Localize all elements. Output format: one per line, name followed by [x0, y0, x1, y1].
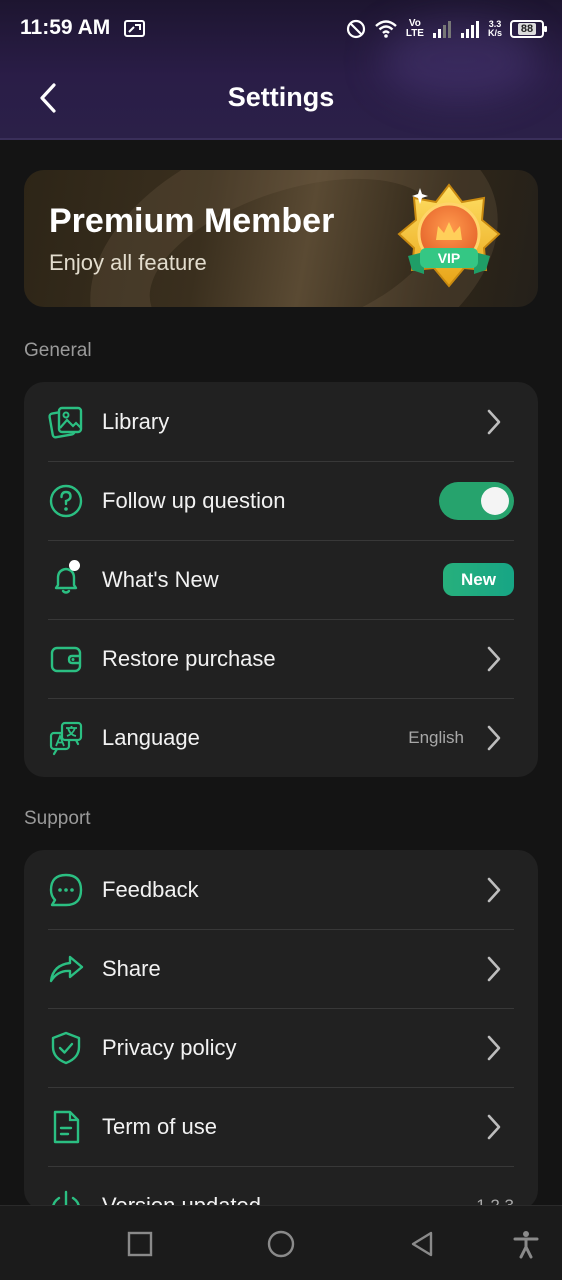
status-time: 11:59 AM [20, 16, 111, 39]
new-badge: New [443, 563, 514, 596]
chevron-right-icon [487, 409, 501, 434]
row-label-share: Share [102, 955, 161, 981]
shield-check-icon [48, 1030, 84, 1066]
toggle-knob [481, 486, 509, 515]
chevron-right-icon [487, 646, 501, 671]
app-header: 11:59 AM Vo LTE 3.3 K/s 88 Settings [0, 0, 562, 140]
row-label-whats-new: What's New [102, 566, 219, 592]
row-language[interactable]: Language English [24, 698, 538, 777]
row-label-restore-purchase: Restore purchase [102, 645, 276, 671]
recent-apps-button[interactable] [122, 1226, 158, 1262]
row-library[interactable]: Library [24, 382, 538, 461]
chevron-right-icon [487, 877, 501, 902]
library-icon [48, 404, 84, 440]
row-label-privacy-policy: Privacy policy [102, 1034, 237, 1060]
section-label-general: General [24, 340, 92, 361]
system-nav-bar [0, 1205, 562, 1280]
signal-icon-1 [432, 19, 452, 39]
chevron-right-icon [487, 956, 501, 981]
translate-icon [48, 720, 84, 756]
language-value: English [408, 727, 464, 747]
row-term-of-use[interactable]: Term of use [24, 1087, 538, 1166]
general-card: Library Follow up question What's New Ne… [24, 382, 538, 777]
row-version-updated[interactable]: Version updated 1.2.3 [24, 1166, 538, 1210]
square-icon [127, 1231, 153, 1257]
row-label-language: Language [102, 724, 200, 750]
wallet-icon [48, 641, 84, 677]
row-share[interactable]: Share [24, 929, 538, 1008]
accessibility-button[interactable] [508, 1226, 544, 1262]
row-feedback[interactable]: Feedback [24, 850, 538, 929]
network-speed: 3.3 K/s [487, 19, 502, 38]
section-label-support: Support [24, 808, 91, 829]
row-restore-purchase[interactable]: Restore purchase [24, 619, 538, 698]
circle-icon [267, 1230, 295, 1258]
row-label-feedback: Feedback [102, 876, 199, 902]
premium-subtitle: Enjoy all feature [49, 250, 207, 275]
row-privacy-policy[interactable]: Privacy policy [24, 1008, 538, 1087]
chevron-right-icon [487, 1114, 501, 1139]
bell-icon [48, 559, 84, 598]
battery-level: 88 [517, 23, 537, 35]
row-label-library: Library [102, 408, 170, 434]
follow-up-toggle[interactable] [439, 481, 514, 520]
back-nav-button[interactable] [404, 1226, 440, 1262]
notification-dot [69, 559, 80, 571]
support-card: Feedback Share Privacy policy Term of us… [24, 850, 538, 1210]
chat-bubble-icon [48, 872, 84, 908]
document-icon [48, 1109, 84, 1145]
triangle-back-icon [411, 1231, 433, 1257]
row-whats-new[interactable]: What's New New [24, 540, 538, 619]
premium-title: Premium Member [49, 202, 335, 240]
accessibility-icon [513, 1231, 539, 1259]
vip-badge-icon: VIP [397, 183, 501, 288]
page-title: Settings [227, 82, 335, 112]
svg-text:VIP: VIP [438, 250, 461, 266]
row-follow-up-question[interactable]: Follow up question [24, 461, 538, 540]
share-arrow-icon [48, 951, 84, 987]
row-label-term-of-use: Term of use [102, 1113, 217, 1139]
chevron-right-icon [487, 725, 501, 750]
row-label-follow-up-question: Follow up question [102, 487, 286, 513]
status-bar: 11:59 AM Vo LTE 3.3 K/s 88 [0, 0, 562, 58]
do-not-disturb-icon [346, 19, 366, 39]
volte-indicator: Vo LTE [405, 18, 424, 39]
battery-icon: 88 [510, 20, 547, 38]
home-button[interactable] [263, 1226, 299, 1262]
premium-banner[interactable]: Premium Member Enjoy all feature VIP [24, 170, 538, 307]
chevron-right-icon [487, 1035, 501, 1060]
screenshot-status-icon [124, 19, 146, 44]
question-icon [48, 483, 84, 519]
wifi-icon [374, 19, 398, 39]
signal-icon-2 [460, 19, 480, 39]
